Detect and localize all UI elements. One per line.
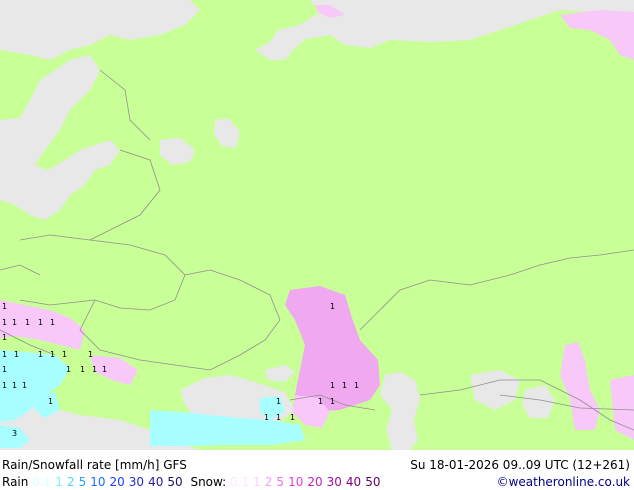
precip-value-label: 1 xyxy=(62,350,67,359)
rain-scale-value-8: 50 xyxy=(167,475,183,489)
precip-value-label: 1 xyxy=(22,381,27,390)
rain-scale-value-0: 0.1 xyxy=(32,475,52,489)
precip-value-label: 1 xyxy=(2,302,7,311)
legend-bar: Rain/Snowfall rate [mm/h] GFS Su 18-01-2… xyxy=(0,450,634,490)
precip-value-label: 1 xyxy=(276,413,281,422)
precip-value-label: 1 xyxy=(50,350,55,359)
precip-value-label: 1 xyxy=(330,381,335,390)
rain-scale-value-2: 2 xyxy=(66,475,75,489)
rain-scale-value-1: 1 xyxy=(55,475,63,489)
snow-scale-value-3: 5 xyxy=(276,475,285,489)
precip-value-label: 3 xyxy=(12,429,17,438)
precip-value-label: 1 xyxy=(50,318,55,327)
snow-scale-value-0: 0.1 xyxy=(230,475,250,489)
snow-scale-value-7: 40 xyxy=(345,475,362,489)
rain-scale-value-5: 20 xyxy=(109,475,125,489)
precip-value-label: 1 xyxy=(330,397,335,406)
precip-value-label: 1 xyxy=(2,318,7,327)
snow-legend-label: Snow: xyxy=(190,475,227,489)
rain-legend-label: Rain xyxy=(2,475,29,489)
precip-value-label: 1 xyxy=(290,413,295,422)
precip-value-label: 1 xyxy=(38,318,43,327)
precip-value-label: 1 xyxy=(12,381,17,390)
weather-map: 111111111111111111111111111111113 xyxy=(0,0,634,450)
precip-value-label: 1 xyxy=(66,365,71,374)
precip-value-label: 1 xyxy=(2,333,7,342)
chart-title: Rain/Snowfall rate [mm/h] GFS xyxy=(2,458,187,472)
valid-datetime: Su 18-01-2026 09..09 UTC (12+261) xyxy=(410,458,630,472)
precip-value-label: 1 xyxy=(2,381,7,390)
precip-value-label: 1 xyxy=(38,350,43,359)
map-canvas: 11 1 1 1 11 1 11 1 11 1111 1 11 111 1 11111 1113 xyxy=(0,0,634,450)
precip-value-label: 1 xyxy=(12,318,17,327)
precip-value-label: 1 xyxy=(88,350,93,359)
precip-value-label: 1 xyxy=(80,365,85,374)
precip-value-label: 1 xyxy=(342,381,347,390)
precip-value-label: 1 xyxy=(276,397,281,406)
snow-scale-value-2: 2 xyxy=(264,475,273,489)
rain-scale: 0.1 1 2 5 10 20 30 40 50 xyxy=(32,475,186,489)
snow-scale-value-5: 20 xyxy=(307,475,323,489)
precip-value-label: 1 xyxy=(2,350,7,359)
rain-scale-value-4: 10 xyxy=(90,475,106,489)
precip-value-label: 1 xyxy=(330,302,335,311)
rain-scale-value-7: 40 xyxy=(148,475,164,489)
rain-scale-value-6: 30 xyxy=(128,475,145,489)
rain-scale-value-3: 5 xyxy=(78,475,87,489)
precip-value-label: 1 xyxy=(48,397,53,406)
precip-value-label: 1 xyxy=(318,397,323,406)
snow-scale: 0.1 1 2 5 10 20 30 40 50 xyxy=(230,475,384,489)
precip-value-label: 1 xyxy=(2,365,7,374)
precip-value-label: 1 xyxy=(25,318,30,327)
precip-value-label: 1 xyxy=(264,413,269,422)
snow-scale-value-1: 1 xyxy=(253,475,261,489)
precip-value-label: 1 xyxy=(354,381,359,390)
snow-scale-value-6: 30 xyxy=(326,475,342,489)
precip-value-label: 1 xyxy=(102,365,107,374)
precip-value-label: 1 xyxy=(92,365,97,374)
snow-scale-value-8: 50 xyxy=(365,475,381,489)
credit-link[interactable]: ©weatheronline.co.uk xyxy=(497,475,630,489)
snow-scale-value-4: 10 xyxy=(288,475,304,489)
precip-value-label: 1 xyxy=(14,350,19,359)
